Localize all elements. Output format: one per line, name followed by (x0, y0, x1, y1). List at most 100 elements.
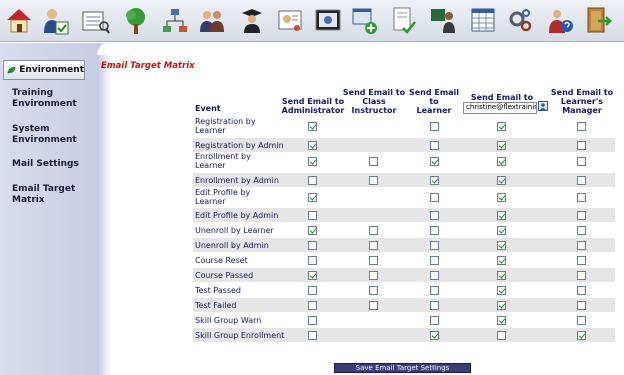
event-label: Unenroll by Admin (195, 241, 269, 250)
notify-checkbox[interactable] (497, 176, 506, 185)
notify-checkbox[interactable] (430, 256, 439, 265)
notify-checkbox[interactable] (497, 316, 506, 325)
exit-door-icon[interactable] (582, 4, 612, 37)
environment-tab[interactable]: Environment (3, 60, 85, 80)
notify-checkbox[interactable] (308, 176, 317, 185)
notify-checkbox[interactable] (430, 301, 439, 310)
notify-checkbox[interactable] (497, 141, 506, 150)
column-header-line: Learner's (560, 97, 604, 106)
notify-checkbox[interactable] (497, 226, 506, 235)
notify-checkbox[interactable] (577, 316, 586, 325)
notify-checkbox[interactable] (577, 211, 586, 220)
notify-checkbox[interactable] (369, 241, 378, 250)
notify-checkbox[interactable] (430, 211, 439, 220)
notify-checkbox[interactable] (308, 286, 317, 295)
notify-checkbox[interactable] (497, 271, 506, 280)
address-book-icon[interactable] (538, 101, 548, 111)
notify-checkbox[interactable] (577, 193, 586, 202)
home-icon[interactable] (4, 4, 34, 37)
notify-checkbox[interactable] (430, 271, 439, 280)
event-label-line: Learner (195, 126, 226, 135)
notify-checkbox[interactable] (369, 157, 378, 166)
notify-checkbox[interactable] (430, 241, 439, 250)
settings-icon[interactable] (505, 4, 535, 37)
notify-checkbox[interactable] (430, 122, 439, 131)
notify-checkbox[interactable] (430, 226, 439, 235)
notify-checkbox[interactable] (369, 176, 378, 185)
notify-checkbox[interactable] (497, 157, 506, 166)
table-row: Course Reset (193, 253, 615, 267)
notify-checkbox[interactable] (497, 331, 506, 340)
column-header-line: Send Email to (281, 97, 345, 106)
notify-checkbox[interactable] (308, 241, 317, 250)
notify-checkbox[interactable] (308, 211, 317, 220)
leaf-icon (7, 66, 16, 74)
graduate-icon[interactable] (237, 4, 267, 37)
notify-checkbox[interactable] (577, 157, 586, 166)
notify-checkbox[interactable] (577, 176, 586, 185)
notify-checkbox[interactable] (577, 286, 586, 295)
notify-checkbox[interactable] (308, 256, 317, 265)
notify-checkbox[interactable] (430, 316, 439, 325)
tree-icon[interactable] (121, 4, 151, 37)
event-label-line: Test Passed (195, 286, 241, 295)
group-icon[interactable] (197, 4, 227, 37)
notify-checkbox[interactable] (369, 256, 378, 265)
notify-checkbox[interactable] (369, 286, 378, 295)
column-header-line: Class (362, 97, 386, 106)
notify-checkbox[interactable] (308, 226, 317, 235)
notify-checkbox[interactable] (430, 286, 439, 295)
notify-checkbox[interactable] (308, 316, 317, 325)
notify-checkbox[interactable] (308, 301, 317, 310)
notify-checkbox[interactable] (497, 122, 506, 131)
notify-checkbox[interactable] (497, 256, 506, 265)
notify-checkbox[interactable] (497, 211, 506, 220)
notify-checkbox[interactable] (308, 122, 317, 131)
notify-checkbox[interactable] (308, 193, 317, 202)
notify-checkbox[interactable] (497, 286, 506, 295)
notify-checkbox[interactable] (430, 331, 439, 340)
table-icon[interactable] (468, 4, 498, 37)
notify-checkbox[interactable] (577, 301, 586, 310)
notify-checkbox[interactable] (577, 241, 586, 250)
notify-checkbox[interactable] (577, 141, 586, 150)
notify-checkbox[interactable] (497, 241, 506, 250)
save-email-target-settings-button[interactable]: Save Email Target Settings (334, 363, 471, 373)
column-header-line: Send Email to (470, 93, 534, 102)
notify-checkbox[interactable] (308, 141, 317, 150)
courses-icon[interactable] (80, 4, 110, 37)
notify-checkbox[interactable] (369, 271, 378, 280)
notify-checkbox[interactable] (497, 301, 506, 310)
notify-checkbox[interactable] (430, 176, 439, 185)
instructor-icon[interactable] (428, 4, 458, 37)
notify-checkbox[interactable] (308, 331, 317, 340)
sidebar-item-mail-settings[interactable]: Mail Settings (12, 159, 79, 170)
certificate-icon[interactable] (275, 4, 305, 37)
notify-checkbox[interactable] (430, 141, 439, 150)
column-header-learners-manager: Send Email to Learner's Manager (548, 88, 616, 115)
notify-checkbox[interactable] (577, 256, 586, 265)
notify-checkbox[interactable] (308, 271, 317, 280)
custom-email-input[interactable]: christine@flextrainin (463, 102, 537, 114)
media-icon[interactable] (313, 4, 343, 37)
notify-checkbox[interactable] (577, 226, 586, 235)
notify-checkbox[interactable] (577, 271, 586, 280)
add-window-icon[interactable] (350, 4, 380, 37)
event-label-line: Edit Profile by (195, 188, 251, 197)
notify-checkbox[interactable] (369, 301, 378, 310)
notify-checkbox[interactable] (369, 226, 378, 235)
sidebar-item-system-environment[interactable]: System Environment (12, 124, 77, 146)
notify-checkbox[interactable] (430, 193, 439, 202)
notify-checkbox[interactable] (497, 193, 506, 202)
notify-checkbox[interactable] (430, 157, 439, 166)
sidebar-item-email-target-matrix[interactable]: Email Target Matrix (12, 184, 75, 206)
event-label: Edit Profile by Learner (195, 188, 250, 206)
sidebar-item-training-environment[interactable]: Training Environment (12, 88, 77, 110)
help-user-icon[interactable] (545, 4, 575, 37)
document-check-icon[interactable] (389, 4, 419, 37)
notify-checkbox[interactable] (577, 331, 586, 340)
notify-checkbox[interactable] (577, 122, 586, 131)
org-chart-icon[interactable] (160, 4, 190, 37)
notify-checkbox[interactable] (308, 157, 317, 166)
user-check-icon[interactable] (41, 4, 71, 37)
